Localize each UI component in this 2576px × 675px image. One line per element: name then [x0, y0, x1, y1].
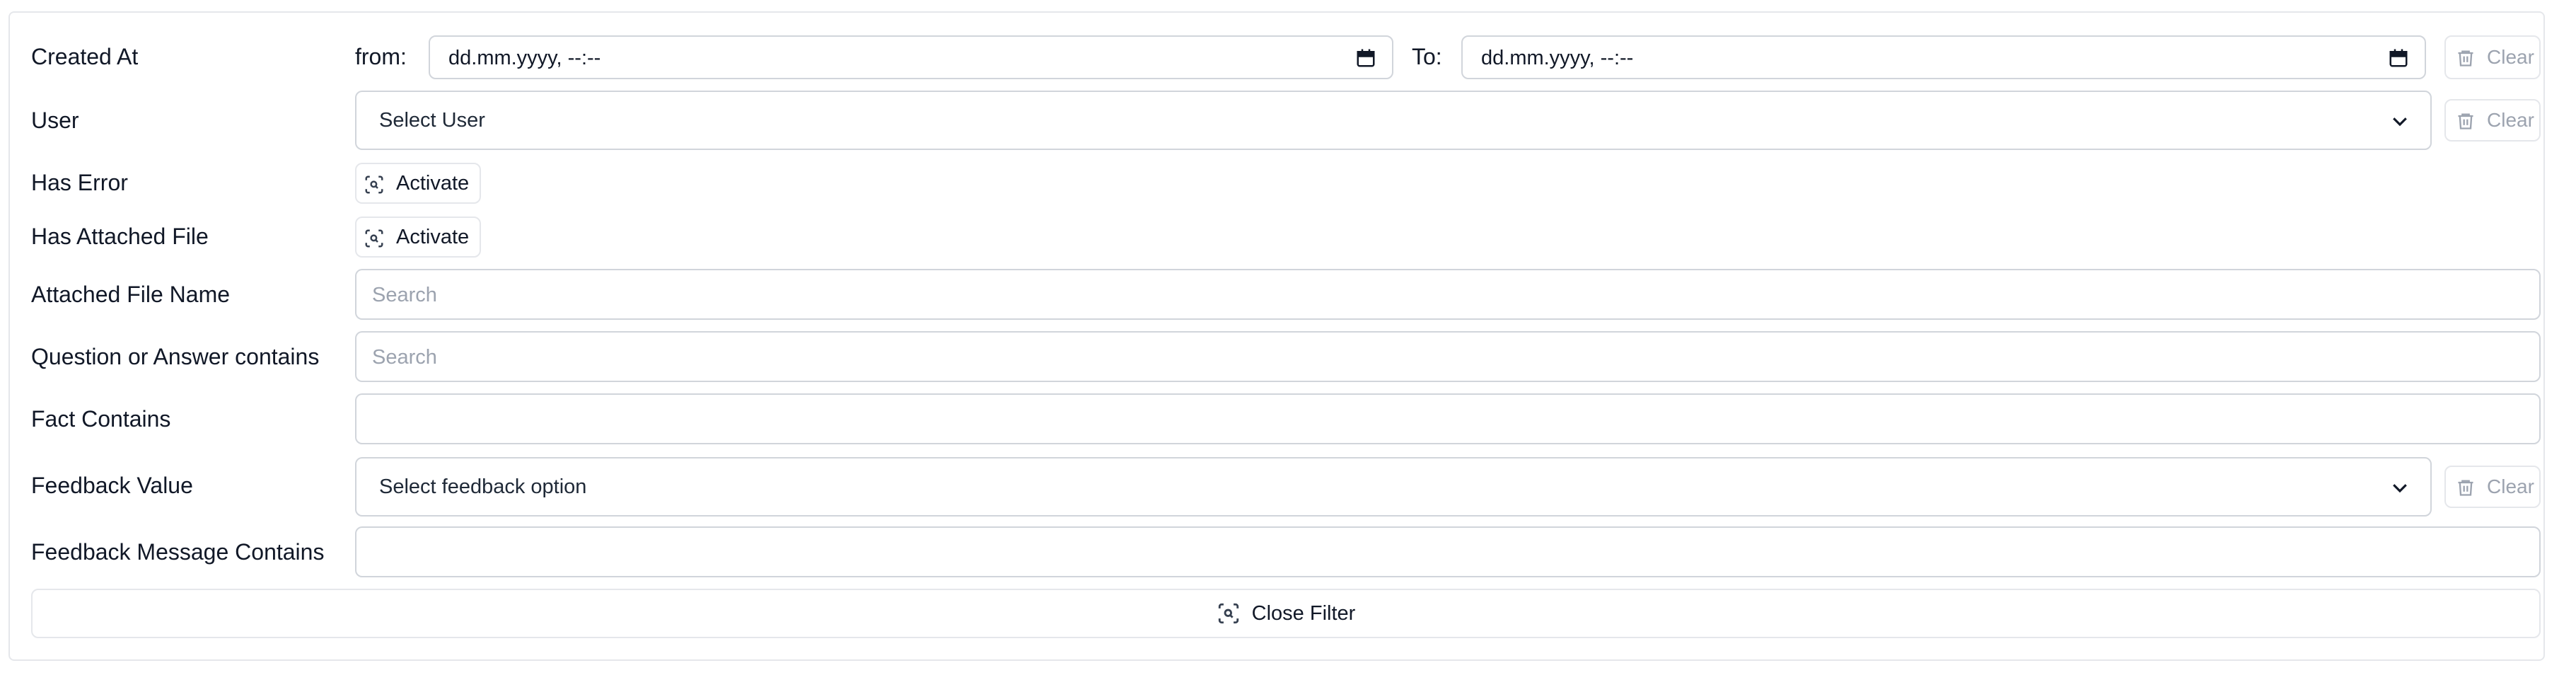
has-error-label: Has Error: [31, 170, 128, 195]
clear-label: Clear: [2487, 46, 2534, 68]
created-from-input[interactable]: dd.mm.yyyy, --:--: [429, 35, 1393, 79]
trash-icon: [2458, 480, 2473, 496]
feedback-message-input[interactable]: [355, 526, 2541, 577]
question-or-answer-placeholder: Search: [372, 346, 437, 369]
created-to-input[interactable]: dd.mm.yyyy, --:--: [1461, 35, 2426, 79]
clear-label: Clear: [2487, 475, 2534, 497]
created-to-value: dd.mm.yyyy, --:--: [1481, 47, 1634, 69]
feedback-value-label: Feedback Value: [31, 473, 193, 498]
close-filter-label: Close Filter: [1251, 601, 1356, 625]
feedback-value-select[interactable]: Select feedback option: [355, 457, 2432, 517]
clear-user-button[interactable]: Clear: [2444, 99, 2541, 142]
scan-search-icon: [365, 229, 383, 248]
clear-feedback-value-button[interactable]: Clear: [2444, 466, 2541, 508]
fact-contains-label: Fact Contains: [31, 406, 171, 432]
created-at-label: Created At: [31, 44, 139, 69]
chevron-down-icon: [2393, 117, 2407, 127]
user-select[interactable]: Select User: [355, 91, 2432, 150]
clear-label: Clear: [2487, 109, 2534, 131]
calendar-icon[interactable]: [1355, 47, 1376, 69]
attached-file-name-label: Attached File Name: [31, 282, 231, 307]
feedback-value-select-value: Select feedback option: [379, 475, 587, 498]
to-label: To:: [1412, 44, 1442, 69]
created-from-value: dd.mm.yyyy, --:--: [448, 47, 601, 69]
has-error-activate-button[interactable]: Activate: [355, 163, 481, 204]
calendar-icon[interactable]: [2388, 47, 2409, 69]
user-select-value: Select User: [379, 109, 485, 132]
user-label: User: [31, 108, 79, 133]
scan-search-icon: [1218, 603, 1238, 624]
clear-created-at-button[interactable]: Clear: [2444, 35, 2541, 79]
from-label: from:: [355, 44, 407, 69]
has-attached-file-activate-button[interactable]: Activate: [355, 217, 481, 258]
trash-icon: [2458, 50, 2473, 67]
fact-contains-input[interactable]: [355, 393, 2541, 444]
has-error-activate-label: Activate: [396, 172, 470, 195]
feedback-message-label: Feedback Message Contains: [31, 539, 325, 565]
attached-file-name-input[interactable]: Search: [355, 269, 2541, 320]
trash-icon: [2458, 113, 2473, 129]
has-attached-file-label: Has Attached File: [31, 224, 209, 249]
close-filter-button[interactable]: Close Filter: [31, 589, 2541, 638]
scan-search-icon: [365, 175, 383, 194]
question-or-answer-input[interactable]: Search: [355, 331, 2541, 382]
chevron-down-icon: [2393, 484, 2407, 493]
attached-file-name-placeholder: Search: [372, 284, 437, 306]
question-or-answer-label: Question or Answer contains: [31, 344, 320, 369]
has-attached-file-activate-label: Activate: [396, 226, 470, 248]
